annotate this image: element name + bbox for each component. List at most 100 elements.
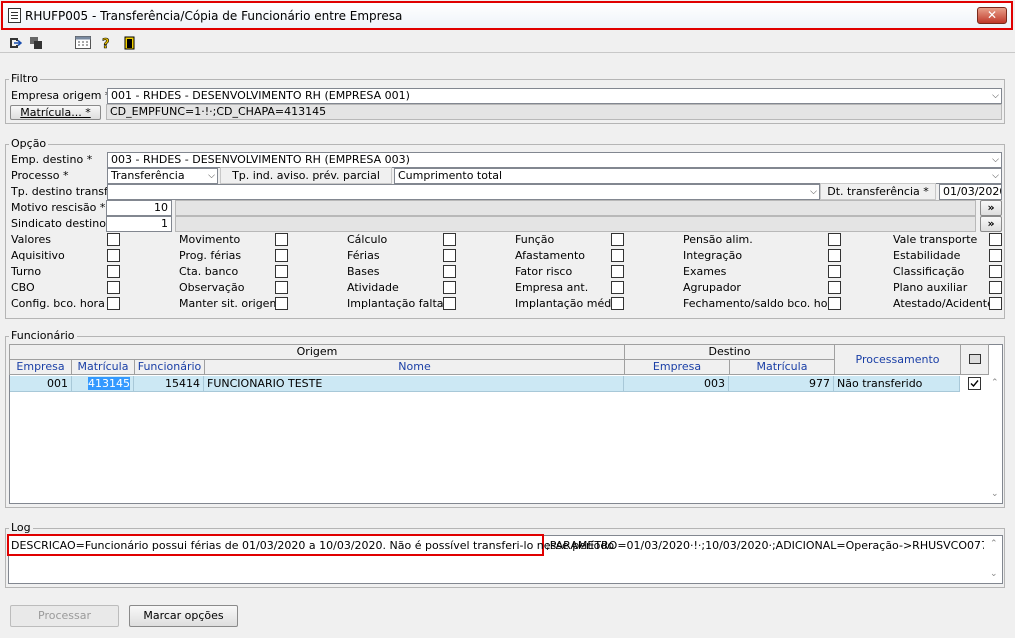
checkbox-opcao-3-0[interactable] — [107, 281, 120, 294]
matricula-filter-field[interactable]: CD_EMPFUNC=1·!·;CD_CHAPA=413145 — [106, 104, 1002, 120]
checkbox-label-opcao-4-1: Manter sit. origem — [179, 297, 281, 310]
checkbox-opcao-4-5[interactable] — [989, 297, 1002, 310]
col-matricula-destino[interactable]: Matrícula — [729, 359, 835, 375]
checkbox-label-opcao-3-0: CBO — [11, 281, 35, 294]
checkbox-label-opcao-1-2: Férias — [347, 249, 380, 262]
col-empresa-origem[interactable]: Empresa — [9, 359, 72, 375]
checkbox-label-opcao-0-2: Cálculo — [347, 233, 388, 246]
close-button[interactable]: ✕ — [977, 7, 1007, 24]
chevron-down-icon: ⌵ — [992, 91, 999, 101]
sindicato-destino-lookup-button[interactable]: » — [980, 216, 1002, 232]
checkbox-opcao-1-2[interactable] — [443, 249, 456, 262]
checkbox-opcao-0-1[interactable] — [275, 233, 288, 246]
checkbox-opcao-4-2[interactable] — [443, 297, 456, 310]
checkbox-opcao-4-4[interactable] — [828, 297, 841, 310]
door-exit-icon[interactable] — [122, 36, 138, 50]
empresa-origem-select[interactable]: 001 - RHDES - DESENVOLVIMENTO RH (EMPRES… — [107, 88, 1002, 104]
col-nome[interactable]: Nome — [204, 359, 625, 375]
matricula-button[interactable]: Matrícula... * — [10, 105, 101, 120]
cell-matricula-destino[interactable]: 977 — [729, 376, 834, 391]
checkbox-label-opcao-4-0: Config. bco. hora — [11, 297, 105, 310]
checkbox-opcao-1-4[interactable] — [828, 249, 841, 262]
checkbox-label-opcao-2-2: Bases — [347, 265, 380, 278]
header-processamento[interactable]: Processamento — [834, 344, 961, 375]
motivo-rescisao-field[interactable]: 10 — [106, 200, 172, 216]
checkbox-opcao-0-5[interactable] — [989, 233, 1002, 246]
title-bar: RHUFP005 - Transferência/Cópia de Funcio… — [1, 1, 1013, 30]
table-scroll-up-icon[interactable]: ⌃ — [991, 378, 999, 388]
exit-icon[interactable] — [7, 36, 23, 50]
checkbox-opcao-4-1[interactable] — [275, 297, 288, 310]
tp-ind-aviso-label: Tp. ind. aviso. prév. parcial — [220, 167, 392, 184]
checkbox-opcao-2-2[interactable] — [443, 265, 456, 278]
checkbox-opcao-0-0[interactable] — [107, 233, 120, 246]
log-parameter-text: ;PARAMETRO=01/03/2020·!·;10/03/2020·;ADI… — [546, 539, 984, 552]
checkbox-label-opcao-0-3: Função — [515, 233, 555, 246]
processar-button[interactable]: Processar — [10, 605, 119, 627]
cell-empresa-origem[interactable]: 001 — [10, 376, 72, 391]
checkmark-icon — [970, 380, 979, 388]
window-title: RHUFP005 - Transferência/Cópia de Funcio… — [25, 9, 403, 23]
empresa-origem-label: Empresa origem * — [11, 89, 111, 102]
checkbox-opcao-2-5[interactable] — [989, 265, 1002, 278]
cell-funcionario[interactable]: 15414 — [134, 376, 204, 391]
checkbox-opcao-3-2[interactable] — [443, 281, 456, 294]
cell-nome[interactable]: FUNCIONARIO TESTE — [204, 376, 624, 391]
emp-destino-select[interactable]: 003 - RHDES - DESENVOLVIMENTO RH (EMPRES… — [107, 152, 1002, 168]
checkbox-opcao-1-0[interactable] — [107, 249, 120, 262]
marcar-opcoes-button[interactable]: Marcar opções — [129, 605, 238, 627]
checkbox-opcao-2-1[interactable] — [275, 265, 288, 278]
col-matricula-origem[interactable]: Matrícula — [71, 359, 135, 375]
dt-transferencia-field[interactable]: 01/03/2020 — [939, 184, 1002, 200]
header-select-all[interactable] — [960, 344, 989, 375]
chevron-down-icon: ⌵ — [992, 171, 999, 181]
checkbox-label-opcao-0-5: Vale transporte — [893, 233, 978, 246]
cell-empresa-destino[interactable]: 003 — [624, 376, 729, 391]
checkbox-opcao-1-3[interactable] — [611, 249, 624, 262]
checkbox-opcao-3-5[interactable] — [989, 281, 1002, 294]
col-empresa-destino[interactable]: Empresa — [624, 359, 730, 375]
checkbox-opcao-2-0[interactable] — [107, 265, 120, 278]
checkbox-label-opcao-0-1: Movimento — [179, 233, 241, 246]
checkbox-label-opcao-4-4: Fechamento/saldo bco. hora — [683, 297, 839, 310]
table-scroll-down-icon[interactable]: ⌄ — [991, 489, 999, 499]
chevron-down-icon: ⌵ — [992, 155, 999, 165]
checkbox-opcao-3-4[interactable] — [828, 281, 841, 294]
checkbox-opcao-2-4[interactable] — [828, 265, 841, 278]
checkbox-opcao-1-5[interactable] — [989, 249, 1002, 262]
checkbox-label-opcao-0-0: Valores — [11, 233, 51, 246]
checkbox-opcao-3-1[interactable] — [275, 281, 288, 294]
checkbox-opcao-3-3[interactable] — [611, 281, 624, 294]
help-icon[interactable]: ? — [98, 36, 114, 53]
processo-select[interactable]: Transferência ⌵ — [107, 168, 218, 184]
cell-matricula-origem[interactable]: 413145 — [72, 376, 134, 391]
header-origem: Origem — [9, 344, 625, 360]
checkbox-opcao-0-4[interactable] — [828, 233, 841, 246]
checkbox-opcao-1-1[interactable] — [275, 249, 288, 262]
motivo-rescisao-lookup-button[interactable]: » — [980, 200, 1002, 216]
row-select-checkbox[interactable] — [968, 377, 981, 390]
checkbox-opcao-4-3[interactable] — [611, 297, 624, 310]
checkbox-opcao-0-2[interactable] — [443, 233, 456, 246]
tp-ind-aviso-select[interactable]: Cumprimento total ⌵ — [394, 168, 1002, 184]
checkbox-label-opcao-4-3: Implantação média — [515, 297, 622, 310]
checkbox-opcao-4-0[interactable] — [107, 297, 120, 310]
col-funcionario[interactable]: Funcionário — [134, 359, 205, 375]
cell-matricula-origem-value: 413145 — [88, 377, 130, 390]
sindicato-destino-field[interactable]: 1 — [106, 216, 172, 232]
chevron-down-icon: ⌵ — [208, 171, 215, 181]
filtro-group-label: Filtro — [9, 72, 40, 85]
log-scroll-down-icon[interactable]: ⌄ — [990, 569, 998, 579]
marcar-opcoes-button-label: Marcar opções — [143, 609, 224, 622]
checkbox-opcao-2-3[interactable] — [611, 265, 624, 278]
calculator-icon[interactable] — [75, 36, 91, 50]
checkbox-opcao-0-3[interactable] — [611, 233, 624, 246]
checkbox-label-opcao-2-0: Turno — [11, 265, 42, 278]
log-scroll-up-icon[interactable]: ⌃ — [990, 539, 998, 549]
checkbox-label-opcao-3-2: Atividade — [347, 281, 399, 294]
checkbox-label-opcao-1-0: Aquisitivo — [11, 249, 65, 262]
cell-processamento[interactable]: Não transferido — [834, 376, 960, 391]
tp-destino-select[interactable]: ⌵ — [107, 184, 820, 200]
copy-window-icon[interactable] — [28, 36, 44, 50]
emp-destino-value: 003 - RHDES - DESENVOLVIMENTO RH (EMPRES… — [111, 153, 410, 166]
